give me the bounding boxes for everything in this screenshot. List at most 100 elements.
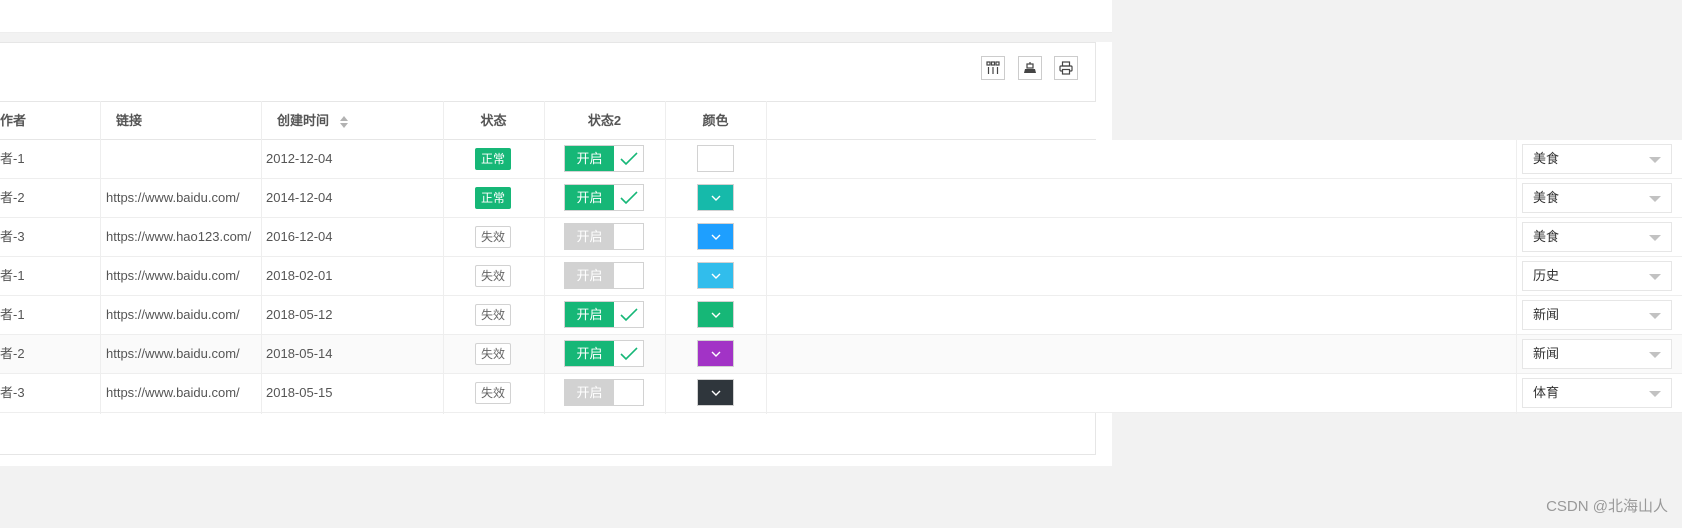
status-switch[interactable]: 开启 <box>564 301 644 328</box>
table-row[interactable]: 者-2 https://www.baidu.com/2018-05-14 失效 开启 新… <box>0 335 1682 374</box>
link-cell: https://www.baidu.com/ <box>106 385 240 400</box>
table-row[interactable]: 者-3 https://www.baidu.com/2018-05-15 失效 开启 体… <box>0 374 1682 413</box>
dropdown-arrow-icon <box>1649 352 1661 358</box>
switch-knob <box>614 224 643 249</box>
author-cell: 者-2 <box>0 346 25 361</box>
check-icon <box>614 341 643 366</box>
status-switch[interactable]: 开启 <box>564 379 644 406</box>
color-picker[interactable] <box>697 223 734 250</box>
dropdown-arrow-icon <box>1649 391 1661 397</box>
switch-label: 开启 <box>565 380 614 405</box>
export-icon <box>1024 62 1036 73</box>
col-divider <box>443 101 444 414</box>
chevron-down-icon <box>711 390 720 396</box>
dropdown-arrow-icon <box>1649 157 1661 163</box>
status-switch[interactable]: 开启 <box>564 340 644 367</box>
col-divider <box>766 101 767 414</box>
created-cell: 2012-12-04 <box>266 151 333 166</box>
author-cell: 者-3 <box>0 229 25 244</box>
color-swatch <box>698 185 733 210</box>
table-row[interactable]: 者-3 https://www.hao123.com/2016-12-04 失效 开启… <box>0 218 1682 257</box>
category-select[interactable]: 新闻 <box>1522 339 1672 369</box>
color-swatch <box>698 302 733 327</box>
color-picker[interactable] <box>697 145 734 172</box>
table-row[interactable]: 者-1 2012-12-04 正常 开启 美食 <box>0 140 1682 179</box>
category-select[interactable]: 美食 <box>1522 222 1672 252</box>
check-icon <box>614 302 643 327</box>
col-created-header[interactable]: 创建时间 <box>277 102 349 140</box>
watermark: CSDN @北海山人 <box>1546 498 1668 515</box>
category-select[interactable]: 历史 <box>1522 261 1672 291</box>
status-switch[interactable]: 开启 <box>564 262 644 289</box>
print-icon <box>1059 61 1073 75</box>
category-select[interactable]: 美食 <box>1522 183 1672 213</box>
status-switch[interactable]: 开启 <box>564 145 644 172</box>
link-cell: https://www.baidu.com/ <box>106 268 240 283</box>
columns-button[interactable] <box>981 56 1005 80</box>
category-value: 体育 <box>1533 385 1560 400</box>
switch-label: 开启 <box>565 302 614 327</box>
col-status2-header[interactable]: 状态2 <box>544 102 665 140</box>
col-divider <box>261 101 262 414</box>
dropdown-arrow-icon <box>1649 196 1661 202</box>
category-value: 美食 <box>1533 190 1560 205</box>
category-value: 新闻 <box>1533 307 1560 322</box>
link-cell: https://www.baidu.com/ <box>106 307 240 322</box>
color-swatch <box>698 146 733 171</box>
category-value: 美食 <box>1533 151 1560 166</box>
color-picker[interactable] <box>697 379 734 406</box>
chevron-down-icon <box>711 351 720 357</box>
color-picker[interactable] <box>697 184 734 211</box>
created-cell: 2016-12-04 <box>266 229 333 244</box>
col-divider <box>665 101 666 414</box>
col-link-header[interactable]: 链接 <box>116 102 142 140</box>
col-color-header[interactable]: 颜色 <box>665 102 766 140</box>
status-badge: 失效 <box>475 226 512 248</box>
col-author-header[interactable]: 作者 <box>0 102 26 140</box>
link-cell: https://www.baidu.com/ <box>106 190 240 205</box>
col-divider <box>1516 140 1517 414</box>
dropdown-arrow-icon <box>1649 313 1661 319</box>
chevron-down-icon <box>711 312 720 318</box>
dropdown-arrow-icon <box>1649 274 1661 280</box>
col-divider <box>544 101 545 414</box>
export-button[interactable] <box>1018 56 1042 80</box>
category-select[interactable]: 体育 <box>1522 378 1672 408</box>
table-row[interactable]: 者-2 https://www.baidu.com/2014-12-04 正常 开启 美… <box>0 179 1682 218</box>
category-select[interactable]: 新闻 <box>1522 300 1672 330</box>
color-picker[interactable] <box>697 301 734 328</box>
created-cell: 2014-12-04 <box>266 190 333 205</box>
col-status-header[interactable]: 状态 <box>443 102 544 140</box>
top-panel <box>0 0 1112 33</box>
color-picker[interactable] <box>697 340 734 367</box>
status-badge: 失效 <box>475 382 512 404</box>
category-select[interactable]: 美食 <box>1522 144 1672 174</box>
table-row[interactable]: 者-1 https://www.baidu.com/2018-05-12 失效 开启 新… <box>0 296 1682 335</box>
check-icon <box>614 185 643 210</box>
status-switch[interactable]: 开启 <box>564 184 644 211</box>
status-badge: 失效 <box>475 265 512 287</box>
created-cell: 2018-05-14 <box>266 346 333 361</box>
color-swatch <box>698 341 733 366</box>
check-icon <box>614 146 643 171</box>
dropdown-arrow-icon <box>1649 235 1661 241</box>
switch-label: 开启 <box>565 185 614 210</box>
color-picker[interactable] <box>697 262 734 289</box>
switch-label: 开启 <box>565 224 614 249</box>
category-value: 新闻 <box>1533 346 1560 361</box>
columns-icon <box>986 61 1000 74</box>
print-button[interactable] <box>1054 56 1078 80</box>
status-switch[interactable]: 开启 <box>564 223 644 250</box>
created-cell: 2018-05-12 <box>266 307 333 322</box>
link-cell: https://www.hao123.com/ <box>106 229 252 244</box>
switch-knob <box>614 263 643 288</box>
switch-label: 开启 <box>565 341 614 366</box>
author-cell: 者-3 <box>0 385 25 400</box>
sort-icon[interactable] <box>339 115 349 129</box>
category-value: 历史 <box>1533 268 1560 283</box>
table-row[interactable]: 者-1 https://www.baidu.com/2018-02-01 失效 开启 历… <box>0 257 1682 296</box>
col-created-label: 创建时间 <box>277 113 330 128</box>
color-swatch <box>698 380 733 405</box>
author-cell: 者-2 <box>0 190 25 205</box>
chevron-down-icon <box>711 234 720 240</box>
